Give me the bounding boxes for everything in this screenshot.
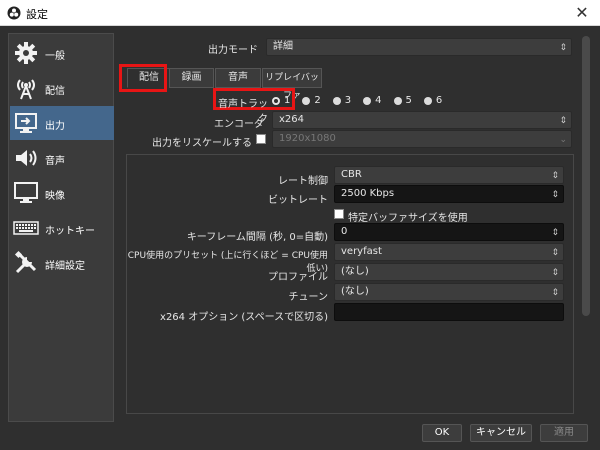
- sidebar-item-advanced[interactable]: 詳細設定: [10, 246, 114, 280]
- sidebar-item-label: 音声: [45, 156, 65, 167]
- radio-label: 2: [314, 95, 321, 106]
- bitrate-label: ビットレート: [268, 195, 328, 206]
- encoder-select[interactable]: x264 ⇕: [272, 111, 572, 129]
- tune-value: (なし): [341, 286, 369, 297]
- vertical-scrollbar[interactable]: [582, 36, 590, 316]
- radio-label: 1: [284, 95, 291, 106]
- highlight-box-stream-tab: [119, 64, 167, 92]
- ok-button[interactable]: OK: [422, 424, 462, 442]
- audio-track-radio-4[interactable]: [363, 96, 372, 105]
- chevron-updown-icon: ⇕: [551, 171, 559, 181]
- rescale-checkbox[interactable]: [256, 134, 266, 144]
- keyframe-spinbox[interactable]: 0 ⇕: [334, 223, 564, 241]
- broadcast-antenna-icon: [17, 79, 35, 100]
- keyframe-value: 0: [341, 226, 348, 237]
- audio-track-radio-1[interactable]: [272, 96, 280, 105]
- cpu-preset-value: veryfast: [341, 246, 382, 257]
- tools-icon: [14, 250, 37, 274]
- button-label: 適用: [554, 427, 574, 438]
- cancel-button[interactable]: キャンセル: [470, 424, 532, 442]
- tab-replay-buffer[interactable]: リプレイバッファ: [262, 68, 322, 101]
- sidebar-item-label: 映像: [45, 191, 65, 202]
- audio-track-radio-5[interactable]: [393, 96, 402, 105]
- chevron-updown-icon: ⇕: [551, 248, 559, 258]
- sidebar-item-output[interactable]: 出力: [10, 106, 114, 140]
- rescale-resolution-select[interactable]: 1920x1080 ⌄: [272, 130, 572, 148]
- window-title: 設定: [26, 8, 48, 21]
- sidebar-item-audio[interactable]: 音声: [10, 141, 114, 175]
- radio-label: 6: [435, 95, 443, 106]
- rate-control-select[interactable]: CBR ⇕: [334, 166, 564, 184]
- close-icon: ✕: [575, 3, 589, 22]
- cpu-preset-select[interactable]: veryfast ⇕: [334, 243, 564, 261]
- custom-buffer-label: 特定バッファサイズを使用: [348, 213, 468, 224]
- bitrate-value: 2500 Kbps: [341, 188, 395, 199]
- apply-button[interactable]: 適用: [540, 424, 588, 442]
- chevron-down-icon: ⌄: [559, 135, 567, 145]
- output-mode-label: 出力モード: [208, 45, 258, 56]
- rate-control-label: レート制御: [278, 176, 328, 187]
- output-mode-select[interactable]: 詳細 ⇕: [266, 38, 572, 56]
- sidebar-item-label: 配信: [45, 86, 65, 97]
- button-label: キャンセル: [476, 427, 526, 438]
- tab-label: 録画: [181, 72, 202, 83]
- audio-track-radio-6[interactable]: [423, 96, 432, 105]
- sidebar-item-label: ホットキー: [45, 226, 95, 237]
- x264-options-label: x264 オプション (スペースで区切る): [160, 312, 328, 323]
- obs-logo-icon: [7, 6, 21, 20]
- tab-label: 音声: [228, 72, 248, 83]
- spin-updown-icon: ⇕: [551, 228, 559, 238]
- profile-label: プロファイル: [268, 272, 328, 283]
- button-label: OK: [434, 427, 450, 438]
- output-mode-value: 詳細: [273, 41, 293, 52]
- custom-buffer-checkbox[interactable]: [334, 209, 344, 219]
- sidebar-item-general[interactable]: 一般: [10, 36, 114, 70]
- tune-label: チューン: [288, 292, 329, 303]
- keyboard-icon: [13, 221, 39, 235]
- speaker-icon: [16, 150, 37, 166]
- radio-label: 5: [405, 95, 412, 106]
- spin-updown-icon: ⇕: [551, 190, 559, 200]
- rescale-value: 1920x1080: [279, 133, 336, 144]
- audio-track-radio-2[interactable]: [302, 96, 311, 105]
- tune-select[interactable]: (なし) ⇕: [334, 283, 564, 301]
- radio-label: 4: [375, 95, 382, 106]
- sidebar-item-label: 出力: [45, 121, 65, 132]
- output-monitor-icon: [15, 113, 37, 133]
- profile-select[interactable]: (なし) ⇕: [334, 263, 564, 281]
- keyframe-label: キーフレーム間隔 (秒, 0=自動): [186, 232, 328, 243]
- chevron-updown-icon: ⇕: [559, 116, 567, 126]
- sidebar-item-label: 詳細設定: [45, 261, 85, 272]
- close-button[interactable]: ✕: [570, 2, 594, 24]
- settings-sidebar: 一般 配信 出力 音声 映像 ホットキー 詳細設定: [8, 33, 114, 422]
- x264-options-input[interactable]: [334, 303, 564, 321]
- sidebar-item-label: 一般: [45, 51, 65, 62]
- profile-value: (なし): [341, 266, 369, 277]
- title-bar: 設定 ✕: [0, 0, 600, 26]
- monitor-icon: [14, 182, 38, 203]
- chevron-updown-icon: ⇕: [551, 268, 559, 278]
- encoder-value: x264: [279, 114, 305, 125]
- encoder-label: エンコーダ: [214, 119, 264, 130]
- bitrate-spinbox[interactable]: 2500 Kbps ⇕: [334, 185, 564, 203]
- rate-control-value: CBR: [341, 169, 362, 180]
- sidebar-item-stream[interactable]: 配信: [10, 71, 114, 105]
- gear-icon: [15, 42, 37, 64]
- sidebar-item-hotkeys[interactable]: ホットキー: [10, 211, 114, 245]
- tab-audio[interactable]: 音声: [215, 68, 261, 88]
- audio-track-radio-group: 1 2 3 4 5 6: [272, 95, 454, 106]
- rescale-label: 出力をリスケールする: [152, 138, 252, 149]
- radio-label: 3: [344, 95, 352, 106]
- sidebar-item-video[interactable]: 映像: [10, 176, 114, 210]
- tab-recording[interactable]: 録画: [169, 68, 214, 88]
- chevron-updown-icon: ⇕: [559, 43, 567, 53]
- audio-track-radio-3[interactable]: [332, 96, 341, 105]
- chevron-updown-icon: ⇕: [551, 288, 559, 298]
